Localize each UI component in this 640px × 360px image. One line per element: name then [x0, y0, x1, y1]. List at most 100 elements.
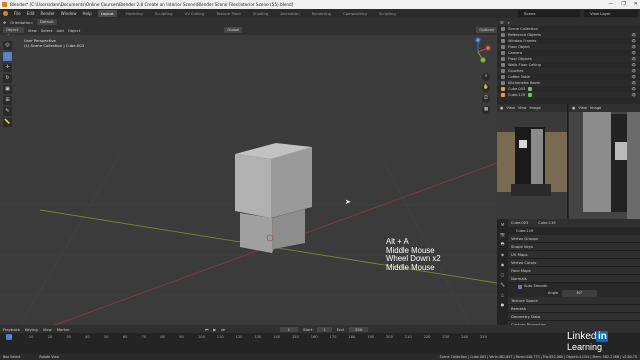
- timeline-ruler[interactable]: 0 10 20 30 40 50 60 70 80 90 100 110 120 130 140 150 160…: [0, 333, 640, 342]
- transform-tool-icon[interactable]: ✥: [3, 20, 6, 25]
- menu-view[interactable]: View: [518, 106, 527, 110]
- window-titlebar: Blender* [C:\Users\dani\Documents\Online…: [0, 0, 640, 9]
- mesh-name-field[interactable]: Cube.119: [508, 227, 640, 235]
- output-tab-icon[interactable]: 🖶: [497, 239, 508, 249]
- maximize-button[interactable]: ❐: [621, 0, 625, 9]
- properties-breadcrumb: Cube.003 Cube.119: [508, 219, 640, 227]
- menu-help[interactable]: Help: [82, 11, 91, 16]
- material-tab-icon[interactable]: ●: [497, 299, 508, 309]
- panel-shape-keys[interactable]: Shape Keys: [508, 243, 640, 251]
- menu-view[interactable]: View: [28, 28, 37, 33]
- options-dropdown[interactable]: Options: [476, 27, 497, 33]
- pan-hand-icon[interactable]: ✋: [482, 84, 490, 92]
- workspace-tab-modeling[interactable]: Modeling: [123, 10, 146, 17]
- viewport-scene: [0, 143, 497, 325]
- panel-uv-maps[interactable]: UV Maps: [508, 251, 640, 259]
- menu-edit[interactable]: Edit: [27, 11, 35, 16]
- scene-selector[interactable]: Scene: [518, 10, 580, 17]
- start-frame-field[interactable]: 1: [317, 326, 332, 332]
- menu-window[interactable]: Window: [61, 11, 77, 16]
- transform-icon[interactable]: ⊞: [3, 96, 12, 105]
- panel-vertex-colors[interactable]: Vertex Colors: [508, 259, 640, 267]
- panel-geometry-data[interactable]: Geometry Data: [508, 313, 640, 321]
- menu-image[interactable]: Image: [529, 106, 540, 110]
- render-tab-icon[interactable]: 📷: [497, 229, 508, 239]
- menu-keying[interactable]: Keying: [25, 327, 38, 332]
- menu-playback[interactable]: Playback: [3, 327, 20, 332]
- menu-select[interactable]: Select: [41, 28, 53, 33]
- grid-view-icon[interactable]: ▦: [482, 106, 490, 114]
- workspace-tab-scripting[interactable]: Scripting: [376, 10, 399, 17]
- collection-icon: [501, 45, 505, 49]
- angle-field[interactable]: 30°: [562, 290, 597, 297]
- data-tab-icon[interactable]: △: [497, 289, 508, 299]
- timeline-tick-label: 100: [198, 335, 205, 339]
- view-layer-selector[interactable]: View Layer: [584, 10, 638, 17]
- panel-vertex-groups[interactable]: Vertex Groups: [508, 235, 640, 243]
- workspace-tab-shading[interactable]: Shading: [250, 10, 271, 17]
- timeline-tick-label: 120: [235, 335, 243, 339]
- workspace-tab-uv-editing[interactable]: UV Editing: [182, 10, 208, 17]
- zoom-icon[interactable]: ⌕: [482, 73, 490, 81]
- jump-start-icon[interactable]: ⏮: [205, 327, 208, 332]
- select-box-icon[interactable]: ⬚: [3, 52, 12, 61]
- annotate-tool-icon[interactable]: ✎: [3, 107, 12, 116]
- menu-view[interactable]: View: [43, 327, 52, 332]
- scale-tool-icon[interactable]: ▣: [3, 85, 12, 94]
- modifier-tab-icon[interactable]: 🔧: [497, 279, 508, 289]
- mode-dropdown[interactable]: Object Mode: [3, 27, 24, 38]
- workspace-tab-sculpting[interactable]: Sculpting: [152, 10, 176, 17]
- rotate-tool-icon[interactable]: ↻: [3, 74, 12, 83]
- camera-view-icon[interactable]: ⎚: [482, 95, 490, 103]
- minimize-button[interactable]: —: [608, 0, 613, 9]
- outliner-row[interactable]: Cube.119 👁: [497, 92, 640, 98]
- menu-add[interactable]: Add: [56, 28, 63, 33]
- orientation-dropdown[interactable]: Default: [36, 19, 57, 25]
- panel-texture-space[interactable]: Texture Space: [508, 297, 640, 305]
- measure-tool-icon[interactable]: 📏: [3, 118, 12, 127]
- image-editor-type-icon[interactable]: ▣: [572, 106, 575, 110]
- workspace-tab-animation[interactable]: Animation: [277, 10, 302, 17]
- outliner-search-icon[interactable]: ⌕: [508, 20, 510, 25]
- menu-render[interactable]: Render: [40, 11, 54, 16]
- pivot-dropdown[interactable]: Global: [224, 27, 243, 33]
- panel-face-maps[interactable]: Face Maps: [508, 267, 640, 275]
- end-frame-field[interactable]: 250: [348, 326, 369, 332]
- angle-row: Angle 30°: [508, 290, 640, 297]
- workspace-tab-layout[interactable]: Layout: [97, 10, 117, 17]
- menu-marker[interactable]: Marker: [57, 327, 70, 332]
- navigation-gizmo[interactable]: X Y Z: [461, 35, 495, 69]
- timeline-tick-label: 180: [348, 335, 356, 339]
- play-icon[interactable]: ▶: [213, 327, 216, 332]
- cursor-tool-icon[interactable]: ◎: [3, 41, 12, 50]
- menu-image[interactable]: Image: [590, 106, 601, 110]
- world-tab-icon[interactable]: ◉: [497, 259, 508, 269]
- blender-menu-icon[interactable]: [3, 11, 8, 16]
- panel-remesh[interactable]: Remesh: [508, 305, 640, 313]
- outliner-display-icon[interactable]: ☰: [500, 20, 504, 25]
- workspace-tab-rendering[interactable]: Rendering: [309, 10, 334, 17]
- 3d-viewport[interactable]: ◎ ⬚ ✛ ↻ ▣ ⊞ ✎ 📏 User Perspective (1) Sce…: [0, 35, 497, 325]
- jump-end-icon[interactable]: ⏭: [221, 327, 224, 332]
- menu-object[interactable]: Object: [68, 28, 80, 33]
- status-left: Box Select: [3, 355, 21, 359]
- tool-tab-icon[interactable]: ⚒: [497, 219, 508, 229]
- workspace-tab-compositing[interactable]: Compositing: [340, 10, 370, 17]
- collection-icon: [501, 57, 505, 61]
- angle-label: Angle: [548, 291, 559, 295]
- panel-normals[interactable]: Normals: [508, 275, 640, 283]
- scene-tab-icon[interactable]: ◈: [497, 249, 508, 259]
- menu-view[interactable]: View: [578, 106, 587, 110]
- image-editor-type-icon[interactable]: ▣: [500, 106, 503, 110]
- menu-file[interactable]: File: [14, 11, 21, 16]
- object-tab-icon[interactable]: ▢: [497, 269, 508, 279]
- reference-image-coffee-machine-side: [569, 112, 640, 219]
- visibility-eye-icon[interactable]: 👁: [631, 92, 636, 98]
- gizmo-y-label: Y: [482, 58, 484, 62]
- workspace-tab-texture-paint[interactable]: Texture Paint: [213, 10, 244, 17]
- menu-view[interactable]: View: [506, 106, 515, 110]
- move-tool-icon[interactable]: ✛: [3, 63, 12, 72]
- auto-smooth-checkbox[interactable]: [518, 284, 522, 289]
- close-button[interactable]: ✕: [634, 0, 638, 9]
- current-frame-field[interactable]: 1: [279, 326, 299, 332]
